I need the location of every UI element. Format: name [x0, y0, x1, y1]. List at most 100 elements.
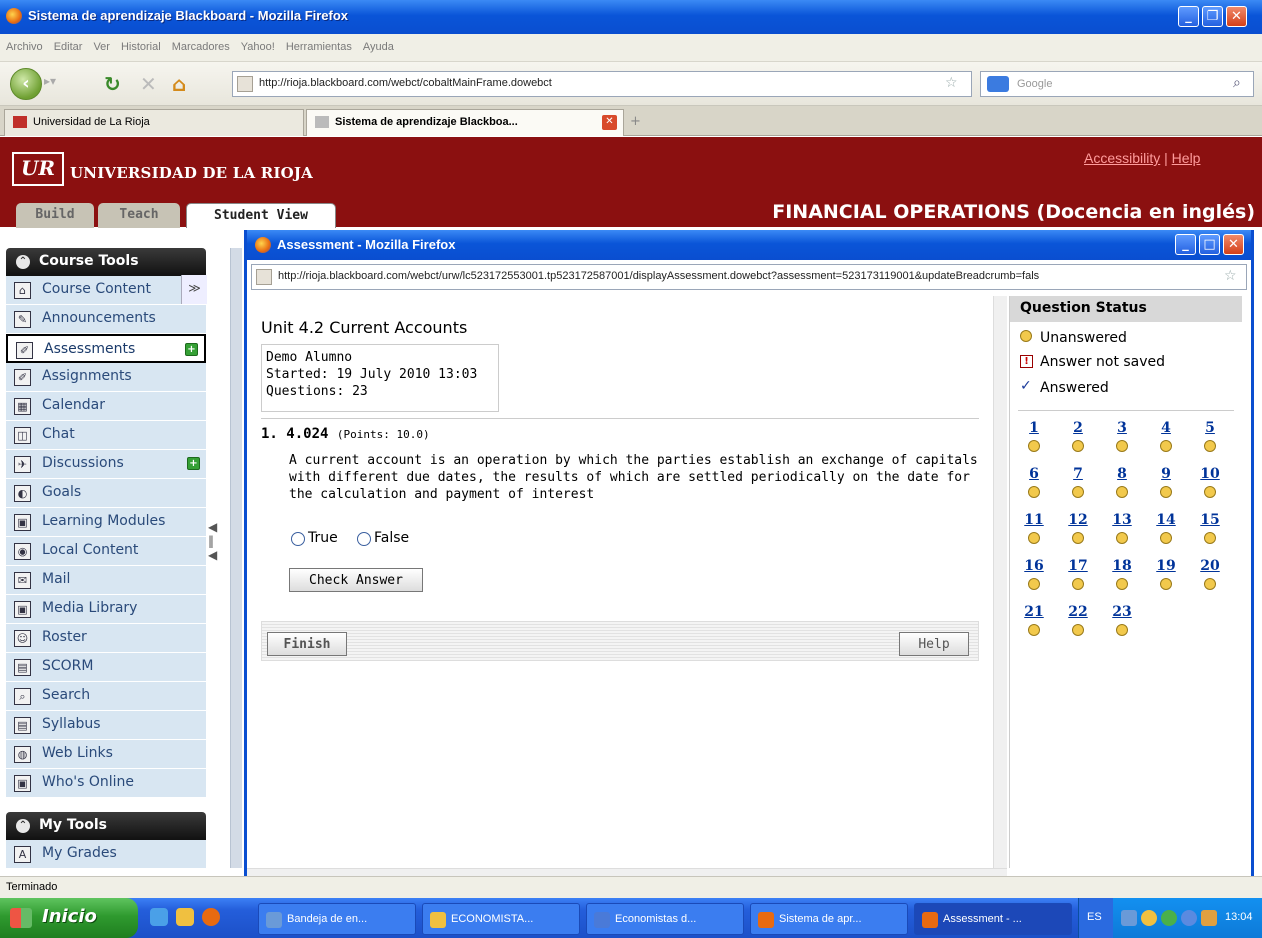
unanswered-status-icon[interactable] [1160, 532, 1172, 544]
tab-close-icon[interactable]: ✕ [602, 115, 617, 130]
new-tab-icon[interactable]: + [630, 114, 641, 129]
content-vertical-scrollbar[interactable] [993, 296, 1007, 868]
sidebar-item-calendar[interactable]: ▦ Calendar [6, 392, 206, 421]
question-link-8[interactable]: 8 [1110, 466, 1134, 482]
unanswered-status-icon[interactable] [1160, 440, 1172, 452]
sidebar-item-who-s-online[interactable]: ▣ Who's Online [6, 769, 206, 798]
tab-student-view[interactable]: Student View [186, 203, 336, 228]
unanswered-status-icon[interactable] [1028, 486, 1040, 498]
question-link-6[interactable]: 6 [1022, 466, 1046, 482]
sidebar-item-local-content[interactable]: ◉ Local Content [6, 537, 206, 566]
network-tray-icon[interactable] [1121, 910, 1137, 926]
question-link-7[interactable]: 7 [1066, 466, 1090, 482]
question-link-19[interactable]: 19 [1154, 558, 1178, 574]
menu-herramientas[interactable]: Herramientas [280, 34, 357, 53]
menu-editar[interactable]: Editar [48, 34, 88, 53]
question-link-14[interactable]: 14 [1154, 512, 1178, 528]
unanswered-status-icon[interactable] [1028, 440, 1040, 452]
taskbar-item[interactable]: Economistas d... [586, 903, 744, 935]
unanswered-status-icon[interactable] [1204, 578, 1216, 590]
unanswered-status-icon[interactable] [1160, 578, 1172, 590]
question-link-20[interactable]: 20 [1198, 558, 1222, 574]
question-link-10[interactable]: 10 [1198, 466, 1222, 482]
question-link-13[interactable]: 13 [1110, 512, 1134, 528]
home-icon[interactable]: ⌂ [172, 72, 186, 96]
taskbar-item[interactable]: Assessment - ... [914, 903, 1072, 935]
sidebar-scrollbar[interactable] [230, 248, 242, 868]
menu-marcadores[interactable]: Marcadores [166, 34, 235, 53]
close-button[interactable]: ✕ [1226, 6, 1247, 27]
menu-archivo[interactable]: Archivo [0, 34, 48, 53]
question-link-5[interactable]: 5 [1198, 420, 1222, 436]
start-button[interactable]: Inicio [0, 898, 138, 938]
url-bar[interactable]: http://rioja.blackboard.com/webct/cobalt… [232, 71, 972, 97]
site-identity-icon[interactable] [237, 76, 253, 92]
unanswered-status-icon[interactable] [1072, 578, 1084, 590]
sidebar-item-learning-modules[interactable]: ▣ Learning Modules [6, 508, 206, 537]
menu-ayuda[interactable]: Ayuda [357, 34, 399, 53]
my-tools-header[interactable]: ⌃ My Tools [6, 812, 206, 840]
search-magnifier-icon[interactable]: ⌕ [1233, 75, 1241, 91]
question-link-11[interactable]: 11 [1022, 512, 1046, 528]
unanswered-status-icon[interactable] [1028, 532, 1040, 544]
folder-quicklaunch-icon[interactable] [176, 908, 194, 926]
taskbar-item[interactable]: ECONOMISTA... [422, 903, 580, 935]
popup-maximize-button[interactable]: □ [1199, 234, 1220, 255]
question-link-2[interactable]: 2 [1066, 420, 1090, 436]
popup-close-button[interactable]: ✕ [1223, 234, 1244, 255]
stop-icon[interactable]: ✕ [140, 72, 157, 96]
unanswered-status-icon[interactable] [1028, 624, 1040, 636]
minimize-button[interactable]: _ [1178, 6, 1199, 27]
taskbar-item[interactable]: Sistema de apr... [750, 903, 908, 935]
unanswered-status-icon[interactable] [1116, 578, 1128, 590]
ie-quicklaunch-icon[interactable] [150, 908, 168, 926]
unanswered-status-icon[interactable] [1116, 486, 1128, 498]
question-link-3[interactable]: 3 [1110, 420, 1134, 436]
language-indicator[interactable]: ES [1079, 898, 1113, 938]
unanswered-status-icon[interactable] [1116, 440, 1128, 452]
false-radio[interactable] [357, 532, 371, 546]
sidebar-item-mail[interactable]: ✉ Mail [6, 566, 206, 595]
unanswered-status-icon[interactable] [1204, 440, 1216, 452]
taskbar-item[interactable]: Bandeja de en... [258, 903, 416, 935]
sidebar-item-assignments[interactable]: ✐ Assignments [6, 363, 206, 392]
help-link[interactable]: Help [1172, 150, 1201, 166]
back-button[interactable]: ‹ [10, 68, 42, 100]
question-link-12[interactable]: 12 [1066, 512, 1090, 528]
sidebar-item-course-content[interactable]: ⌂ Course Content ≫ [6, 275, 207, 305]
security-tray-icon[interactable] [1141, 910, 1157, 926]
sidebar-item-scorm[interactable]: ▤ SCORM [6, 653, 206, 682]
search-bar[interactable]: Google ⌕ [980, 71, 1254, 97]
unanswered-status-icon[interactable] [1160, 486, 1172, 498]
reload-icon[interactable]: ↻ [104, 72, 121, 96]
unanswered-status-icon[interactable] [1072, 486, 1084, 498]
accessibility-link[interactable]: Accessibility [1084, 150, 1160, 166]
tab-build[interactable]: Build [16, 203, 94, 228]
check-answer-button[interactable]: Check Answer [289, 568, 423, 592]
tab-universidad[interactable]: Universidad de La Rioja [4, 109, 304, 136]
question-link-4[interactable]: 4 [1154, 420, 1178, 436]
sync-tray-icon[interactable] [1181, 910, 1197, 926]
help-button[interactable]: Help [899, 632, 969, 656]
sidebar-item-syllabus[interactable]: ▤ Syllabus [6, 711, 206, 740]
tab-teach[interactable]: Teach [98, 203, 180, 228]
sidebar-item-web-links[interactable]: ◍ Web Links [6, 740, 206, 769]
sidebar-item-announcements[interactable]: ✎ Announcements [6, 305, 206, 334]
course-tools-header[interactable]: ⌃ Course Tools [6, 248, 206, 276]
sidebar-item-goals[interactable]: ◐ Goals [6, 479, 206, 508]
true-radio[interactable] [291, 532, 305, 546]
unanswered-status-icon[interactable] [1072, 440, 1084, 452]
question-link-23[interactable]: 23 [1110, 604, 1134, 620]
unanswered-status-icon[interactable] [1116, 532, 1128, 544]
unanswered-status-icon[interactable] [1072, 532, 1084, 544]
unanswered-status-icon[interactable] [1116, 624, 1128, 636]
popup-minimize-button[interactable]: _ [1175, 234, 1196, 255]
sidebar-splitter[interactable]: ◀ ‖ ◀ [208, 520, 224, 580]
menu-yahoo[interactable]: Yahoo! [235, 34, 280, 53]
question-link-18[interactable]: 18 [1110, 558, 1134, 574]
unanswered-status-icon[interactable] [1028, 578, 1040, 590]
unanswered-status-icon[interactable] [1204, 532, 1216, 544]
bookmark-star-icon[interactable]: ☆ [1224, 268, 1237, 284]
sidebar-item-media-library[interactable]: ▣ Media Library [6, 595, 206, 624]
question-link-16[interactable]: 16 [1022, 558, 1046, 574]
